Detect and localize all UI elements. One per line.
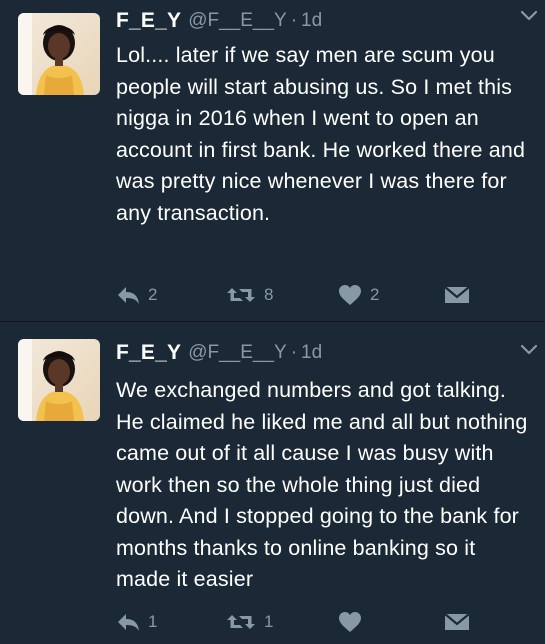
reply-count: 2 [148, 285, 158, 304]
direct-message-button[interactable] [444, 609, 470, 635]
display-name[interactable]: F_E_Y [116, 9, 181, 33]
avatar-image [18, 339, 100, 421]
like-count: 2 [370, 285, 380, 304]
chevron-down-icon[interactable] [519, 342, 539, 356]
retweet-icon [227, 615, 255, 629]
reply-icon [118, 287, 139, 304]
retweet-icon [227, 288, 255, 302]
direct-message-icon [444, 613, 470, 630]
tweet-actions: 2 8 2 [116, 282, 496, 308]
tweet-text: We exchanged numbers and got talking. He… [116, 378, 528, 591]
avatar-image [18, 13, 100, 95]
handle[interactable]: @F__E__Y [188, 10, 287, 32]
timestamp[interactable]: 1d [301, 10, 322, 32]
like-button[interactable] [338, 609, 370, 635]
tweet-header: F_E_Y @F__E__Y · 1d [116, 338, 531, 368]
chevron-down-icon[interactable] [519, 8, 539, 22]
tweet-header: F_E_Y @F__E__Y · 1d [116, 6, 531, 36]
heart-icon [339, 285, 361, 305]
like-button[interactable]: 2 [338, 282, 379, 308]
display-name[interactable]: F_E_Y [116, 341, 181, 365]
retweet-button[interactable]: 8 [226, 282, 273, 308]
tweet[interactable]: F_E_Y @F__E__Y · 1d We exchanged numbers… [0, 322, 545, 644]
reply-button[interactable]: 2 [116, 282, 157, 308]
direct-message-icon [444, 286, 470, 303]
retweet-count: 8 [264, 285, 274, 304]
reply-count: 1 [148, 612, 158, 631]
separator: · [290, 342, 298, 363]
retweet-button[interactable]: 1 [226, 609, 273, 635]
avatar[interactable] [18, 339, 100, 421]
retweet-count: 1 [264, 612, 274, 631]
reply-button[interactable]: 1 [116, 609, 157, 635]
direct-message-button[interactable] [444, 282, 470, 308]
heart-icon [339, 612, 361, 632]
separator: · [290, 10, 298, 31]
timestamp[interactable]: 1d [301, 342, 322, 364]
reply-icon [118, 614, 139, 631]
avatar[interactable] [18, 13, 100, 95]
tweet[interactable]: F_E_Y @F__E__Y · 1d Lol.... later if we … [0, 0, 545, 322]
handle[interactable]: @F__E__Y [188, 342, 287, 364]
tweet-actions: 1 1 [116, 609, 496, 635]
tweet-text: Lol.... later if we say men are scum you… [116, 43, 526, 225]
tweet-feed: F_E_Y @F__E__Y · 1d Lol.... later if we … [0, 0, 545, 644]
